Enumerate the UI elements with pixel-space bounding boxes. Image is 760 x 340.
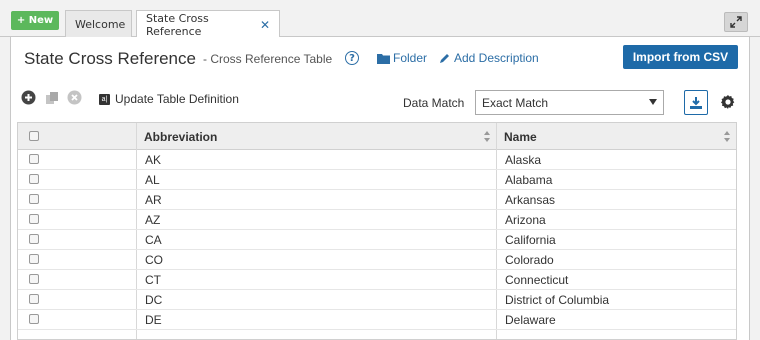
row-checkbox[interactable] [29, 174, 39, 184]
chevron-down-icon [649, 99, 657, 105]
cell-name: Delaware [505, 313, 556, 327]
cell-abbreviation: CO [145, 253, 163, 267]
page-title: State Cross Reference [24, 49, 196, 68]
data-match-label: Data Match [403, 96, 465, 110]
data-match-value: Exact Match [482, 95, 549, 110]
tab-state-cross-reference[interactable]: State Cross Reference ✕ [136, 10, 280, 38]
row-checkbox[interactable] [29, 154, 39, 164]
row-checkbox[interactable] [29, 254, 39, 264]
new-button[interactable]: + New [11, 11, 59, 30]
page-subtitle: - Cross Reference Table [203, 52, 333, 66]
pencil-icon [440, 54, 449, 63]
cell-name: Colorado [505, 253, 554, 267]
row-checkbox[interactable] [29, 234, 39, 244]
cell-abbreviation: AL [145, 173, 160, 187]
row-checkbox[interactable] [29, 214, 39, 224]
expand-button[interactable] [724, 12, 748, 32]
sort-icon[interactable] [724, 131, 730, 142]
tab-welcome[interactable]: Welcome [65, 10, 132, 37]
column-header-label: Name [504, 129, 537, 144]
expand-icon [730, 16, 742, 28]
copy-icon [45, 91, 58, 104]
update-table-definition-button[interactable]: a| Update Table Definition [99, 92, 239, 106]
folder-link-label: Folder [393, 51, 428, 65]
cell-abbreviation: CA [145, 233, 162, 247]
row-checkbox[interactable] [29, 194, 39, 204]
table-definition-icon: a| [99, 93, 110, 105]
download-icon [690, 96, 702, 109]
table-row[interactable]: AZ Arizona [18, 210, 736, 230]
cell-name: Arizona [505, 213, 546, 227]
cell-abbreviation: AR [145, 193, 162, 207]
table-row[interactable]: DE Delaware [18, 310, 736, 330]
main-panel: State Cross Reference - Cross Reference … [10, 37, 750, 340]
column-header-name[interactable]: Name [496, 123, 736, 150]
add-description-label: Add Description [454, 51, 539, 65]
scroll-edge [756, 37, 760, 340]
row-checkbox[interactable] [29, 274, 39, 284]
tab-active-label: State Cross Reference [146, 11, 209, 38]
cell-name: Arkansas [505, 193, 556, 207]
cell-name: Connecticut [505, 273, 569, 287]
row-checkbox[interactable] [29, 314, 39, 324]
plus-circle-icon [21, 90, 36, 105]
add-description-link[interactable]: Add Description [439, 51, 539, 65]
folder-link[interactable]: Folder [377, 51, 427, 65]
tab-welcome-label: Welcome [75, 17, 126, 31]
cell-abbreviation: AZ [145, 213, 161, 227]
import-csv-button[interactable]: Import from CSV [623, 45, 738, 69]
tab-bar: + New Welcome State Cross Reference ✕ [0, 0, 760, 38]
help-icon[interactable]: ? [345, 51, 359, 65]
cell-name: District of Columbia [505, 293, 610, 307]
cell-abbreviation: AK [145, 153, 162, 167]
delete-row-button[interactable] [67, 90, 82, 105]
cell-name: Alaska [505, 153, 542, 167]
row-checkbox[interactable] [29, 294, 39, 304]
grid-header: Abbreviation Name [18, 123, 736, 150]
folder-icon [377, 53, 390, 64]
close-icon[interactable]: ✕ [260, 18, 270, 32]
sort-icon[interactable] [484, 131, 490, 142]
table-row[interactable]: AL Alabama [18, 170, 736, 190]
cross-reference-grid: Abbreviation Name AK Alaska AL Alabama A… [17, 122, 737, 340]
column-header-label: Abbreviation [144, 129, 218, 144]
select-all-checkbox[interactable] [29, 131, 39, 141]
table-row[interactable]: AR Arkansas [18, 190, 736, 210]
table-row[interactable]: CO Colorado [18, 250, 736, 270]
table-row[interactable]: DC District of Columbia [18, 290, 736, 310]
data-match-select[interactable]: Exact Match [475, 90, 664, 115]
cell-abbreviation: CT [145, 273, 161, 287]
gear-icon[interactable] [719, 93, 737, 111]
cell-name: California [505, 233, 556, 247]
table-row[interactable]: AK Alaska [18, 150, 736, 170]
cell-name: Alabama [505, 173, 553, 187]
update-table-definition-label: Update Table Definition [115, 92, 239, 106]
table-row[interactable]: CT Connecticut [18, 270, 736, 290]
download-button[interactable] [684, 90, 708, 115]
cell-abbreviation: DC [145, 293, 163, 307]
column-header-abbreviation[interactable]: Abbreviation [136, 123, 496, 150]
cell-abbreviation: DE [145, 313, 162, 327]
table-row[interactable]: CA California [18, 230, 736, 250]
add-row-button[interactable] [21, 90, 36, 105]
delete-circle-icon [67, 90, 82, 105]
copy-row-button[interactable] [44, 90, 59, 105]
